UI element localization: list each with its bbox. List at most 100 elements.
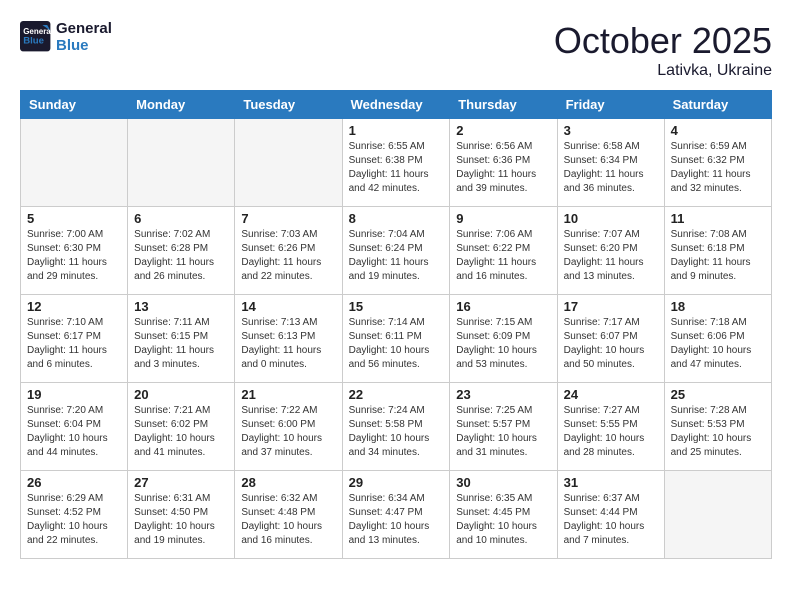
calendar-cell: 29 Sunrise: 6:34 AM Sunset: 4:47 PM Dayli…: [342, 471, 450, 559]
calendar-table: SundayMondayTuesdayWednesdayThursdayFrid…: [20, 90, 772, 559]
day-info: Sunrise: 7:03 AM Sunset: 6:26 PM Dayligh…: [241, 228, 335, 284]
calendar-cell: 9 Sunrise: 7:06 AM Sunset: 6:22 PM Daylig…: [450, 207, 557, 295]
day-number: 17: [564, 299, 658, 314]
page-header: General Blue General Blue October 2025 L…: [20, 20, 772, 80]
calendar-cell: [664, 471, 771, 559]
day-number: 12: [27, 299, 121, 314]
calendar-cell: 28Sunrise: 6:32 AM Sunset: 4:48 PM Dayli…: [235, 471, 342, 559]
day-header-friday: Friday: [557, 91, 664, 119]
day-info: Sunrise: 7:27 AM Sunset: 5:55 PM Dayligh…: [564, 404, 658, 460]
day-info: Sunrise: 7:10 AM Sunset: 6:17 PM Dayligh…: [27, 316, 121, 372]
title-block: October 2025 Lativka, Ukraine: [554, 20, 772, 80]
calendar-cell: 30 Sunrise: 6:35 AM Sunset: 4:45 PM Dayli…: [450, 471, 557, 559]
calendar-cell: 12 Sunrise: 7:10 AM Sunset: 6:17 PM Dayli…: [21, 295, 128, 383]
day-info: Sunrise: 7:15 AM Sunset: 6:09 PM Dayligh…: [456, 316, 550, 372]
day-info: Sunrise: 7:02 AM Sunset: 6:28 PM Dayligh…: [134, 228, 228, 284]
day-header-thursday: Thursday: [450, 91, 557, 119]
day-number: 25: [671, 387, 765, 402]
calendar-cell: 31Sunrise: 6:37 AM Sunset: 4:44 PM Dayli…: [557, 471, 664, 559]
calendar-cell: 18Sunrise: 7:18 AM Sunset: 6:06 PM Dayli…: [664, 295, 771, 383]
calendar-cell: 27Sunrise: 6:31 AM Sunset: 4:50 PM Dayli…: [128, 471, 235, 559]
calendar-cell: 20 Sunrise: 7:21 AM Sunset: 6:02 PM Dayli…: [128, 383, 235, 471]
day-info: Sunrise: 6:58 AM Sunset: 6:34 PM Dayligh…: [564, 140, 658, 196]
logo-line1: General: [56, 20, 112, 37]
calendar-cell: 25Sunrise: 7:28 AM Sunset: 5:53 PM Dayli…: [664, 383, 771, 471]
calendar-cell: 8 Sunrise: 7:04 AM Sunset: 6:24 PM Daylig…: [342, 207, 450, 295]
calendar-cell: 17Sunrise: 7:17 AM Sunset: 6:07 PM Dayli…: [557, 295, 664, 383]
day-number: 6: [134, 211, 228, 226]
calendar-cell: 6 Sunrise: 7:02 AM Sunset: 6:28 PM Daylig…: [128, 207, 235, 295]
calendar-cell: [21, 119, 128, 207]
calendar-cell: 11Sunrise: 7:08 AM Sunset: 6:18 PM Dayli…: [664, 207, 771, 295]
day-info: Sunrise: 7:11 AM Sunset: 6:15 PM Dayligh…: [134, 316, 228, 372]
day-info: Sunrise: 6:29 AM Sunset: 4:52 PM Dayligh…: [27, 492, 121, 548]
day-number: 9: [456, 211, 550, 226]
logo-line2: Blue: [56, 37, 112, 54]
day-number: 10: [564, 211, 658, 226]
day-number: 29: [349, 475, 444, 490]
day-info: Sunrise: 7:07 AM Sunset: 6:20 PM Dayligh…: [564, 228, 658, 284]
calendar-cell: 22Sunrise: 7:24 AM Sunset: 5:58 PM Dayli…: [342, 383, 450, 471]
calendar-cell: 1 Sunrise: 6:55 AM Sunset: 6:38 PM Daylig…: [342, 119, 450, 207]
day-info: Sunrise: 6:34 AM Sunset: 4:47 PM Dayligh…: [349, 492, 444, 548]
logo: General Blue General Blue: [20, 20, 112, 54]
week-row-2: 5Sunrise: 7:00 AM Sunset: 6:30 PM Daylig…: [21, 207, 772, 295]
day-info: Sunrise: 7:20 AM Sunset: 6:04 PM Dayligh…: [27, 404, 121, 460]
calendar-cell: 3 Sunrise: 6:58 AM Sunset: 6:34 PM Daylig…: [557, 119, 664, 207]
day-number: 5: [27, 211, 121, 226]
calendar-header-row: SundayMondayTuesdayWednesdayThursdayFrid…: [21, 91, 772, 119]
day-number: 8: [349, 211, 444, 226]
calendar-cell: 21Sunrise: 7:22 AM Sunset: 6:00 PM Dayli…: [235, 383, 342, 471]
day-info: Sunrise: 6:59 AM Sunset: 6:32 PM Dayligh…: [671, 140, 765, 196]
day-info: Sunrise: 7:25 AM Sunset: 5:57 PM Dayligh…: [456, 404, 550, 460]
day-info: Sunrise: 7:04 AM Sunset: 6:24 PM Dayligh…: [349, 228, 444, 284]
calendar-cell: 26 Sunrise: 6:29 AM Sunset: 4:52 PM Dayli…: [21, 471, 128, 559]
calendar-cell: 13 Sunrise: 7:11 AM Sunset: 6:15 PM Dayli…: [128, 295, 235, 383]
day-number: 15: [349, 299, 444, 314]
calendar-cell: 14Sunrise: 7:13 AM Sunset: 6:13 PM Dayli…: [235, 295, 342, 383]
calendar-cell: [235, 119, 342, 207]
day-number: 21: [241, 387, 335, 402]
calendar-cell: 2 Sunrise: 6:56 AM Sunset: 6:36 PM Daylig…: [450, 119, 557, 207]
day-number: 2: [456, 123, 550, 138]
day-number: 19: [27, 387, 121, 402]
day-number: 20: [134, 387, 228, 402]
day-number: 18: [671, 299, 765, 314]
day-number: 24: [564, 387, 658, 402]
calendar-cell: 16 Sunrise: 7:15 AM Sunset: 6:09 PM Dayli…: [450, 295, 557, 383]
logo-icon: General Blue: [20, 21, 52, 53]
day-info: Sunrise: 7:13 AM Sunset: 6:13 PM Dayligh…: [241, 316, 335, 372]
calendar-cell: 23 Sunrise: 7:25 AM Sunset: 5:57 PM Dayli…: [450, 383, 557, 471]
svg-text:Blue: Blue: [23, 35, 44, 46]
day-header-monday: Monday: [128, 91, 235, 119]
calendar-cell: 4 Sunrise: 6:59 AM Sunset: 6:32 PM Daylig…: [664, 119, 771, 207]
day-header-tuesday: Tuesday: [235, 91, 342, 119]
day-number: 1: [349, 123, 444, 138]
day-number: 4: [671, 123, 765, 138]
week-row-4: 19 Sunrise: 7:20 AM Sunset: 6:04 PM Dayli…: [21, 383, 772, 471]
day-number: 26: [27, 475, 121, 490]
month-title: October 2025: [554, 20, 772, 62]
calendar-cell: 24 Sunrise: 7:27 AM Sunset: 5:55 PM Dayli…: [557, 383, 664, 471]
day-number: 30: [456, 475, 550, 490]
day-number: 3: [564, 123, 658, 138]
day-info: Sunrise: 7:21 AM Sunset: 6:02 PM Dayligh…: [134, 404, 228, 460]
day-number: 23: [456, 387, 550, 402]
day-number: 28: [241, 475, 335, 490]
calendar-cell: 7 Sunrise: 7:03 AM Sunset: 6:26 PM Daylig…: [235, 207, 342, 295]
day-info: Sunrise: 6:56 AM Sunset: 6:36 PM Dayligh…: [456, 140, 550, 196]
calendar-cell: 10 Sunrise: 7:07 AM Sunset: 6:20 PM Dayli…: [557, 207, 664, 295]
day-info: Sunrise: 7:06 AM Sunset: 6:22 PM Dayligh…: [456, 228, 550, 284]
day-info: Sunrise: 6:55 AM Sunset: 6:38 PM Dayligh…: [349, 140, 444, 196]
day-info: Sunrise: 6:35 AM Sunset: 4:45 PM Dayligh…: [456, 492, 550, 548]
week-row-1: 1 Sunrise: 6:55 AM Sunset: 6:38 PM Daylig…: [21, 119, 772, 207]
week-row-3: 12 Sunrise: 7:10 AM Sunset: 6:17 PM Dayli…: [21, 295, 772, 383]
day-number: 7: [241, 211, 335, 226]
day-info: Sunrise: 7:24 AM Sunset: 5:58 PM Dayligh…: [349, 404, 444, 460]
calendar-cell: 19 Sunrise: 7:20 AM Sunset: 6:04 PM Dayli…: [21, 383, 128, 471]
day-number: 13: [134, 299, 228, 314]
day-number: 31: [564, 475, 658, 490]
day-number: 16: [456, 299, 550, 314]
day-number: 11: [671, 211, 765, 226]
day-info: Sunrise: 6:31 AM Sunset: 4:50 PM Dayligh…: [134, 492, 228, 548]
